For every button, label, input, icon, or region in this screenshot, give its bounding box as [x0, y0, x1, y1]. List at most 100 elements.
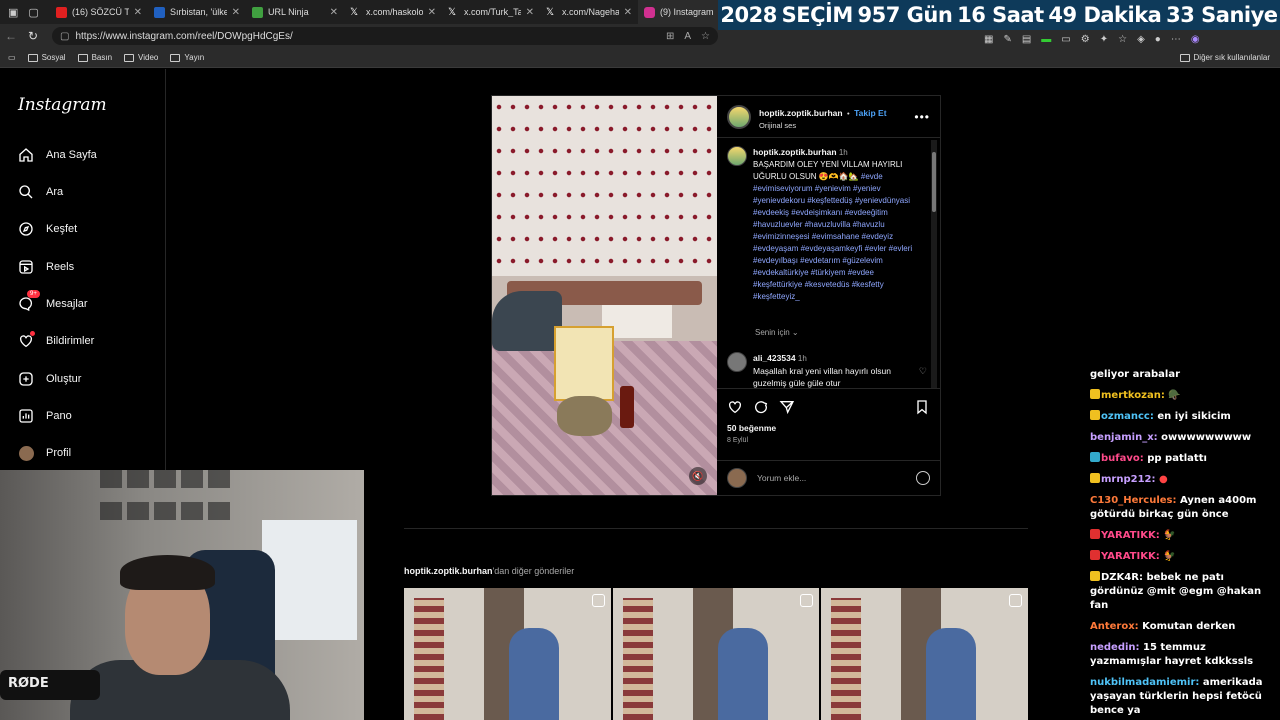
reel-badge-icon	[591, 594, 605, 607]
sidebar-item-notifications[interactable]: Bildirimler	[18, 331, 94, 351]
caption-hashtags[interactable]: #evde #evimiseviyorum #yenievim #yeniev …	[753, 172, 912, 301]
chat-badge-icon	[1090, 571, 1100, 581]
browser-tab[interactable]: URL Ninja ✕	[246, 0, 344, 24]
read-aloud-icon[interactable]: A	[684, 31, 691, 42]
webcam-wall-frames	[100, 470, 230, 520]
shield-icon[interactable]: ◈	[1137, 34, 1145, 45]
browser-tab[interactable]: 𝕏x.com/Turk_Tar ✕	[442, 0, 540, 24]
workspaces-icon[interactable]: ▣	[8, 6, 18, 19]
close-tab-icon[interactable]: ✕	[330, 7, 338, 18]
instagram-favicon-icon	[644, 6, 655, 18]
chat-badge-icon	[1090, 473, 1100, 483]
browser-tab[interactable]: 𝕏x.com/Nagehan✕	[540, 0, 638, 24]
reel-badge-icon	[800, 594, 814, 607]
section-divider	[404, 528, 1028, 529]
likes-count[interactable]: 50 beğenme	[727, 423, 930, 433]
extension-icon[interactable]: ▤	[1022, 34, 1031, 45]
extensions-puzzle-icon[interactable]: ✦	[1100, 34, 1108, 45]
sidebar-item-messages[interactable]: 9+ Mesajlar	[18, 290, 88, 314]
like-heart-icon[interactable]	[727, 399, 743, 415]
comment-like-heart-icon[interactable]: ♡	[919, 365, 927, 377]
comment-bubble-icon[interactable]	[753, 399, 769, 415]
browser-tab[interactable]: 𝕏x.com/haskolog ✕	[344, 0, 442, 24]
more-menu-icon[interactable]: ⋯	[1171, 34, 1181, 45]
close-tab-icon[interactable]: ✕	[526, 7, 534, 18]
chat-badge-icon	[1090, 529, 1100, 539]
collections-icon[interactable]: ☆	[1118, 34, 1127, 45]
sidebar-item-reels[interactable]: Reels	[18, 257, 74, 277]
reel-video[interactable]: 🔇	[492, 96, 717, 495]
tab-actions-icon[interactable]: ▢	[28, 6, 38, 19]
caption-time: 1h	[838, 148, 848, 157]
close-tab-icon[interactable]: ✕	[134, 7, 142, 18]
caption-username[interactable]: hoptik.zoptik.burhan	[753, 147, 837, 157]
microphone-logo: RØDE	[0, 670, 100, 700]
share-paper-plane-icon[interactable]	[779, 399, 795, 415]
scrollbar-thumb[interactable]	[932, 152, 936, 212]
emote-icon: 🐓	[1163, 530, 1176, 541]
sidebar-item-explore[interactable]: Keşfet	[18, 219, 77, 239]
apps-icon[interactable]: ▭	[8, 53, 16, 62]
favorite-star-icon[interactable]: ☆	[701, 31, 710, 42]
url-field[interactable]: ▢ https://www.instagram.com/reel/DOWpgHd…	[52, 27, 718, 45]
back-arrow-icon[interactable]: ←	[0, 29, 22, 43]
more-options-icon[interactable]: •••	[914, 110, 930, 124]
translation-toggle[interactable]: Senin için ⌄	[755, 328, 799, 337]
close-tab-icon[interactable]: ✕	[624, 7, 632, 18]
browser-tab[interactable]: (16) SÖZCÜ TV✕	[50, 0, 148, 24]
sidebar-item-home[interactable]: Ana Sayfa	[18, 145, 97, 165]
other-favorites[interactable]: Diğer sık kullanılanlar	[1179, 53, 1280, 62]
audio-label[interactable]: Orijinal ses	[759, 121, 887, 130]
sidebar-item-profile[interactable]: Profil	[18, 443, 71, 463]
follow-button[interactable]: Takip Et	[854, 108, 886, 118]
close-tab-icon[interactable]: ✕	[428, 7, 436, 18]
copilot-icon[interactable]: ◉	[1191, 34, 1200, 45]
caption-avatar[interactable]	[727, 146, 747, 166]
stream-chat: geliyor arabalar mertkozan: 🪖 ozmancc: e…	[1090, 368, 1275, 720]
commenter-avatar[interactable]	[727, 352, 747, 372]
browser-tab[interactable]: Sırbistan, 'ülkem✕	[148, 0, 246, 24]
bookmark-folder[interactable]: Yayın	[170, 53, 204, 62]
save-bookmark-icon[interactable]	[914, 399, 930, 415]
app-icon[interactable]: ⊞	[666, 31, 674, 42]
sidebar-item-search[interactable]: Ara	[18, 182, 63, 202]
reel-thumbnail[interactable]	[404, 588, 611, 720]
x-logo-icon: 𝕏	[350, 6, 359, 18]
thumbnail-person	[509, 628, 559, 720]
messages-badge: 9+	[27, 290, 40, 298]
extension-icon[interactable]: ▭	[1061, 34, 1070, 45]
reel-thumbnail[interactable]	[612, 588, 820, 720]
commenter-username[interactable]: ali_423534	[753, 353, 796, 363]
close-tab-icon[interactable]: ✕	[232, 7, 240, 18]
countdown-seconds: 33 Saniye	[1166, 3, 1278, 27]
reel-thumbnail[interactable]	[821, 588, 1029, 720]
avatar-icon	[18, 445, 34, 461]
thumbnail-rug	[622, 598, 653, 720]
comments-scrollbar[interactable]	[931, 140, 937, 388]
reel-badge-icon	[1009, 594, 1023, 607]
chat-message: geliyor arabalar	[1090, 369, 1181, 380]
emote-icon: 🪖	[1168, 390, 1181, 401]
extension-icon[interactable]: ▬	[1041, 34, 1051, 45]
author-username[interactable]: hoptik.zoptik.burhan	[759, 108, 843, 118]
emote-icon: 🐓	[1163, 551, 1176, 562]
refresh-icon[interactable]: ↻	[22, 29, 44, 43]
extension-icon[interactable]: ⚙	[1081, 34, 1090, 45]
video-scene-basket	[557, 396, 612, 436]
webcam-headphones	[120, 555, 215, 590]
window-controls: ▣ ▢	[0, 6, 50, 19]
bookmark-folder[interactable]: Video	[124, 53, 158, 62]
instagram-logo[interactable]: Instagram	[18, 95, 107, 115]
more-posts-username[interactable]: hoptik.zoptik.burhan	[404, 566, 493, 576]
profile-avatar-icon[interactable]: ●	[1155, 34, 1161, 45]
comment-input[interactable]: Yorum ekle...	[757, 473, 806, 483]
bookmark-folder[interactable]: Basın	[77, 53, 112, 62]
bookmark-folder[interactable]: Sosyal	[27, 53, 66, 62]
author-avatar[interactable]	[727, 104, 751, 129]
extension-icon[interactable]: ✎	[1003, 34, 1011, 45]
extension-icon[interactable]: ▦	[984, 34, 993, 45]
sidebar-item-dashboard[interactable]: Pano	[18, 406, 72, 426]
mute-icon[interactable]: 🔇	[689, 467, 707, 485]
emoji-icon[interactable]	[916, 471, 930, 485]
sidebar-item-create[interactable]: Oluştur	[18, 369, 81, 389]
